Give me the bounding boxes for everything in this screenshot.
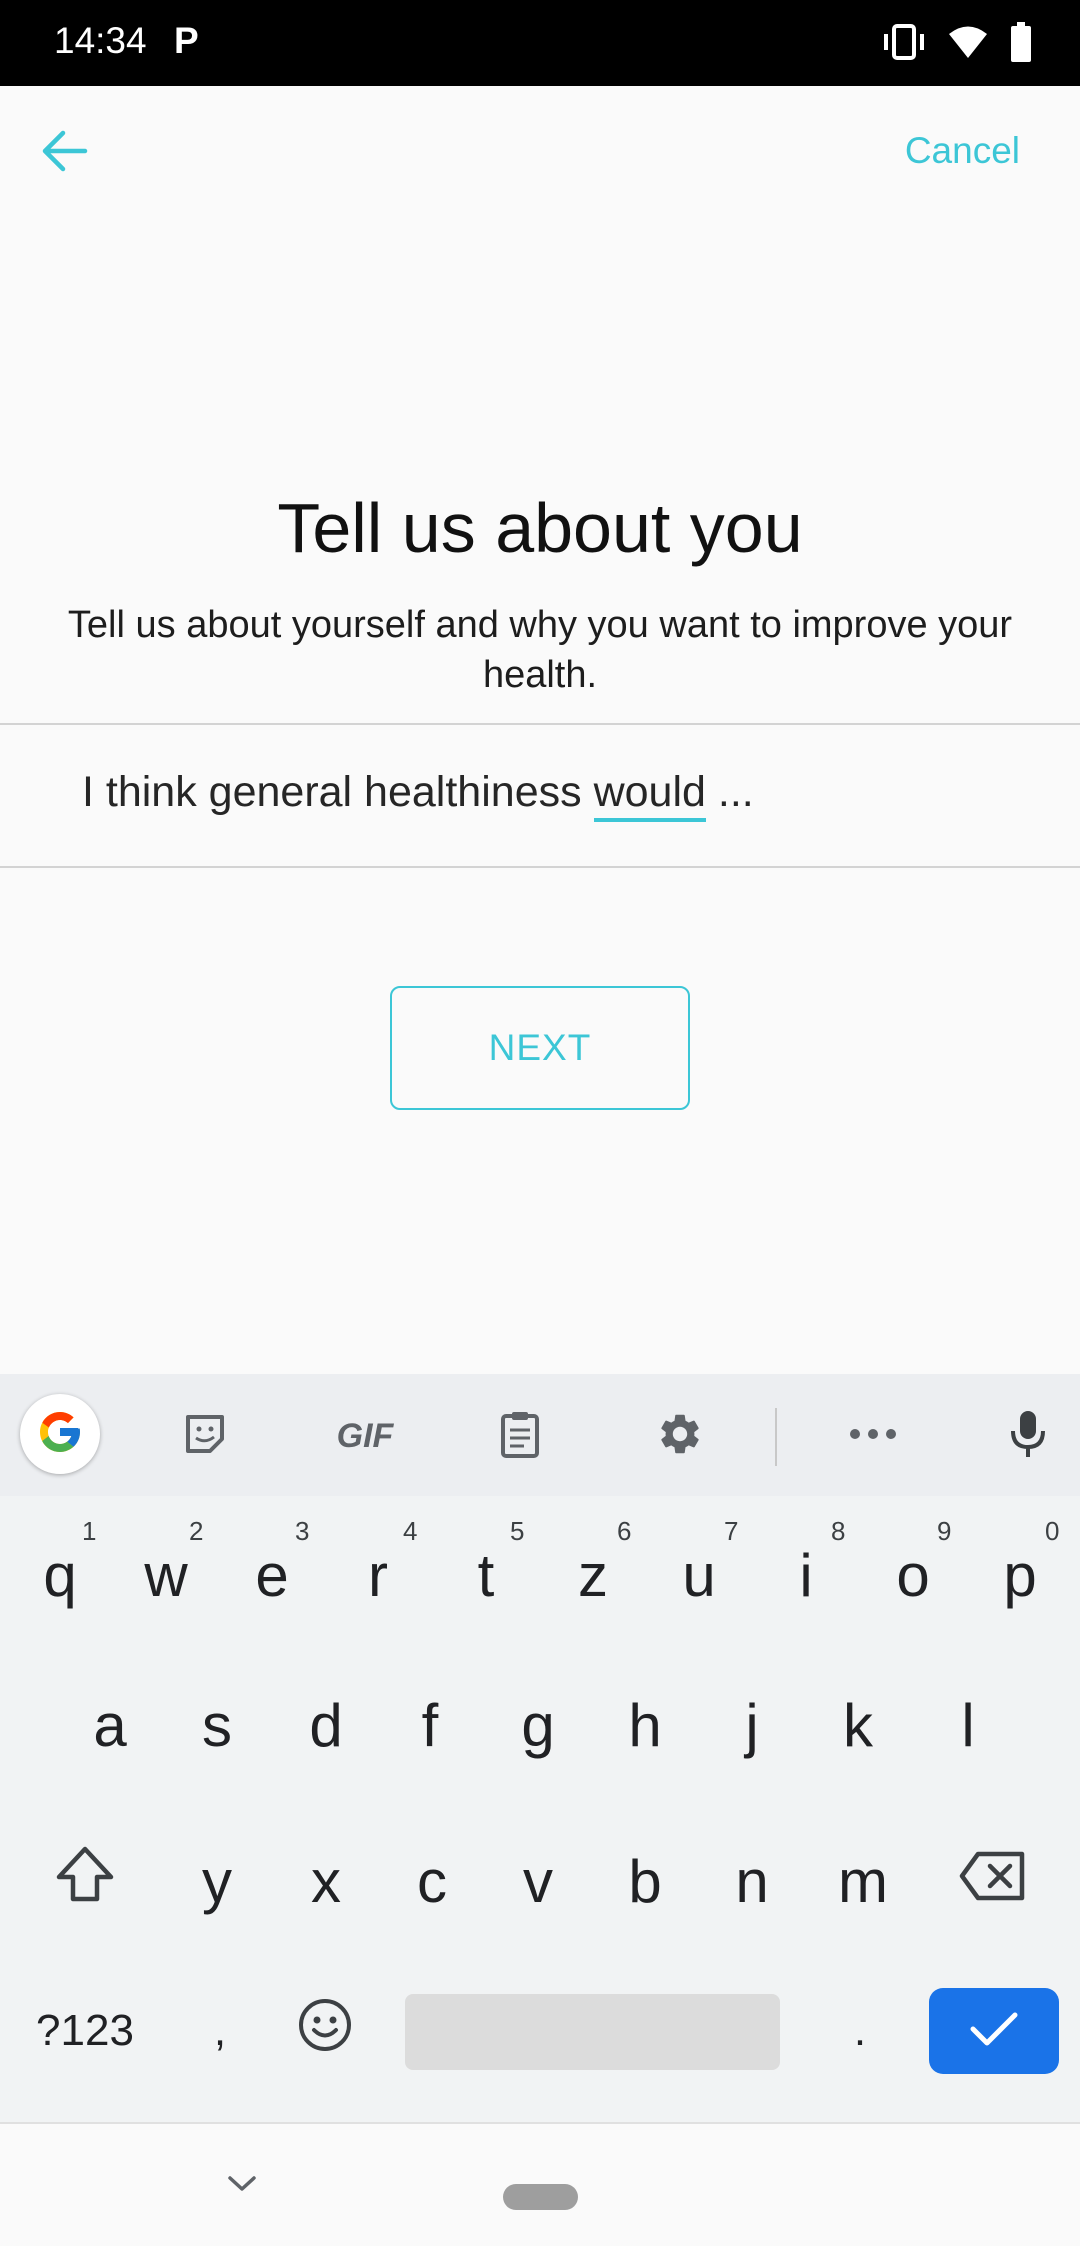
key-x[interactable]: x — [286, 1836, 366, 1926]
done-key[interactable] — [929, 1988, 1059, 2074]
clipboard-button[interactable] — [480, 1396, 560, 1476]
more-icon — [849, 1427, 897, 1445]
home-handle[interactable] — [503, 2184, 578, 2210]
comma-key[interactable]: , — [180, 1986, 260, 2076]
key-hint: 6 — [617, 1516, 632, 1546]
back-button[interactable] — [30, 118, 100, 188]
key-s[interactable]: s — [177, 1680, 257, 1770]
backspace-icon — [958, 1847, 1028, 1916]
check-icon — [969, 2009, 1019, 2054]
key-j[interactable]: j — [712, 1680, 792, 1770]
voice-input-button[interactable] — [988, 1396, 1068, 1476]
key-label: w — [144, 1541, 188, 1609]
shift-key[interactable] — [40, 1836, 130, 1926]
arrow-back-icon — [41, 129, 89, 178]
page-title: Tell us about you — [277, 489, 803, 567]
key-f[interactable]: f — [390, 1680, 470, 1770]
key-h[interactable]: h — [605, 1680, 685, 1770]
toolbar-separator — [775, 1408, 777, 1466]
emoji-key[interactable] — [285, 1986, 365, 2076]
key-hint: 5 — [510, 1516, 525, 1546]
key-hint: 8 — [831, 1516, 846, 1546]
key-d[interactable]: d — [286, 1680, 366, 1770]
status-icons — [882, 21, 1032, 67]
page-subtitle: Tell us about yourself and why you want … — [67, 604, 1013, 696]
space-key[interactable] — [405, 1994, 780, 2070]
key-n[interactable]: n — [712, 1836, 792, 1926]
key-label: t — [477, 1541, 495, 1609]
key-v[interactable]: v — [498, 1836, 578, 1926]
sticker-icon — [182, 1411, 228, 1462]
answer-text-prefix: I think general healthiness — [82, 768, 594, 816]
backspace-key[interactable] — [948, 1836, 1038, 1926]
chevron-down-icon — [227, 2175, 257, 2198]
gif-label: GIF — [336, 1416, 394, 1455]
sticker-button[interactable] — [165, 1396, 245, 1476]
google-search-button[interactable] — [20, 1394, 100, 1474]
more-button[interactable] — [833, 1396, 913, 1476]
key-k[interactable]: k — [818, 1680, 898, 1770]
keyboard-collapse-button[interactable] — [222, 2166, 262, 2206]
key-label: z — [578, 1541, 608, 1609]
key-l[interactable]: l — [928, 1680, 1008, 1770]
answer-text-suffix: ... — [705, 768, 754, 816]
key-hint: 0 — [1045, 1516, 1060, 1546]
status-time: 14:34 — [54, 20, 147, 61]
key-hint: 2 — [189, 1516, 204, 1546]
period-key[interactable]: . — [820, 1986, 900, 2076]
symbols-key[interactable]: ?123 — [20, 1986, 150, 2076]
key-m[interactable]: m — [818, 1836, 908, 1926]
key-label: r — [368, 1541, 388, 1609]
gif-button[interactable]: GIF — [320, 1396, 410, 1476]
key-a[interactable]: a — [70, 1680, 150, 1770]
settings-button[interactable] — [640, 1396, 720, 1476]
key-hint: 1 — [82, 1516, 97, 1546]
key-b[interactable]: b — [605, 1836, 685, 1926]
vibrate-icon — [882, 22, 926, 67]
key-hint: 9 — [937, 1516, 952, 1546]
key-label: q — [43, 1541, 77, 1609]
key-y[interactable]: y — [177, 1836, 257, 1926]
key-label: p — [1003, 1541, 1037, 1609]
key-label: i — [799, 1541, 813, 1609]
divider — [0, 723, 1080, 725]
gear-icon — [656, 1410, 704, 1463]
answer-composing-word: would — [593, 768, 706, 822]
keyboard-toolbar: GIF — [0, 1374, 1080, 1496]
next-button[interactable]: NEXT — [390, 986, 690, 1110]
key-g[interactable]: g — [498, 1680, 578, 1770]
key-hint: 3 — [295, 1516, 310, 1546]
shift-icon — [54, 1845, 116, 1917]
key-label: u — [682, 1541, 716, 1609]
mic-icon — [1010, 1409, 1046, 1464]
emoji-icon — [298, 1997, 352, 2066]
divider — [0, 866, 1080, 868]
key-c[interactable]: c — [392, 1836, 472, 1926]
battery-icon — [1010, 21, 1032, 67]
wifi-icon — [948, 25, 988, 64]
answer-input[interactable]: I think general healthiness would ... — [82, 768, 1022, 822]
key-hint: 7 — [724, 1516, 739, 1546]
google-icon — [36, 1408, 84, 1461]
status-bar: 14:34 P — [0, 0, 1080, 86]
key-label: e — [255, 1541, 289, 1609]
key-hint: 4 — [403, 1516, 418, 1546]
key-label: o — [896, 1541, 930, 1609]
app-indicator: P — [174, 20, 199, 61]
clipboard-icon — [499, 1410, 541, 1463]
cancel-button[interactable]: Cancel — [905, 130, 1020, 172]
navigation-bar — [0, 2122, 1080, 2246]
